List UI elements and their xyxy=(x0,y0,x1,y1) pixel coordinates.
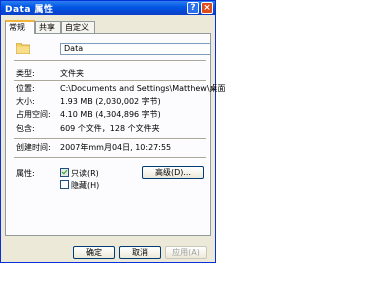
properties-dialog: Data 属性 ? × 常规 共享 自定义 Data 类型: 文件夹 位置: C… xyxy=(0,0,226,263)
readonly-checkbox[interactable] xyxy=(60,168,69,177)
attributes-label: 属性: xyxy=(16,169,35,178)
type-value: 文件夹 xyxy=(60,69,84,78)
disk-size-value: 4.10 MB (4,304,896 字节) xyxy=(60,110,161,119)
created-value: 2007年mm月04日, 10:27:55 xyxy=(60,143,172,152)
cancel-button[interactable]: 取消 xyxy=(119,246,161,259)
hidden-label[interactable]: 隐藏(H) xyxy=(71,180,99,191)
help-button[interactable]: ? xyxy=(187,2,199,14)
readonly-label[interactable]: 只读(R) xyxy=(71,168,99,179)
separator xyxy=(14,138,206,140)
general-panel: Data 类型: 文件夹 位置: C:\Documents and Settin… xyxy=(5,33,226,236)
window-title: Data 属性 xyxy=(5,5,54,15)
tab-sharing[interactable]: 共享 xyxy=(35,21,61,33)
contains-label: 包含: xyxy=(16,124,35,133)
advanced-button[interactable]: 高级(D)... xyxy=(142,166,204,179)
close-button[interactable]: × xyxy=(201,2,213,14)
separator xyxy=(14,60,206,62)
disk-size-label: 占用空间: xyxy=(16,110,51,119)
apply-button[interactable]: 应用(A) xyxy=(165,246,207,259)
title-bar[interactable]: Data 属性 ? × xyxy=(1,1,215,15)
folder-name-input[interactable]: Data xyxy=(60,43,211,55)
location-label: 位置: xyxy=(16,84,35,93)
separator xyxy=(14,157,206,159)
ok-button[interactable]: 确定 xyxy=(73,246,115,259)
folder-icon xyxy=(16,43,30,54)
size-label: 大小: xyxy=(16,97,35,106)
hidden-checkbox[interactable] xyxy=(60,180,69,189)
separator xyxy=(14,80,206,82)
size-value: 1.93 MB (2,030,002 字节) xyxy=(60,97,161,106)
created-label: 创建时间: xyxy=(16,143,51,152)
location-value: C:\Documents and Settings\Matthew\桌面 xyxy=(60,84,226,93)
tab-customize[interactable]: 自定义 xyxy=(61,21,95,33)
tab-general[interactable]: 常规 xyxy=(5,20,35,34)
type-label: 类型: xyxy=(16,69,35,78)
contains-value: 609 个文件，128 个文件夹 xyxy=(60,124,160,133)
